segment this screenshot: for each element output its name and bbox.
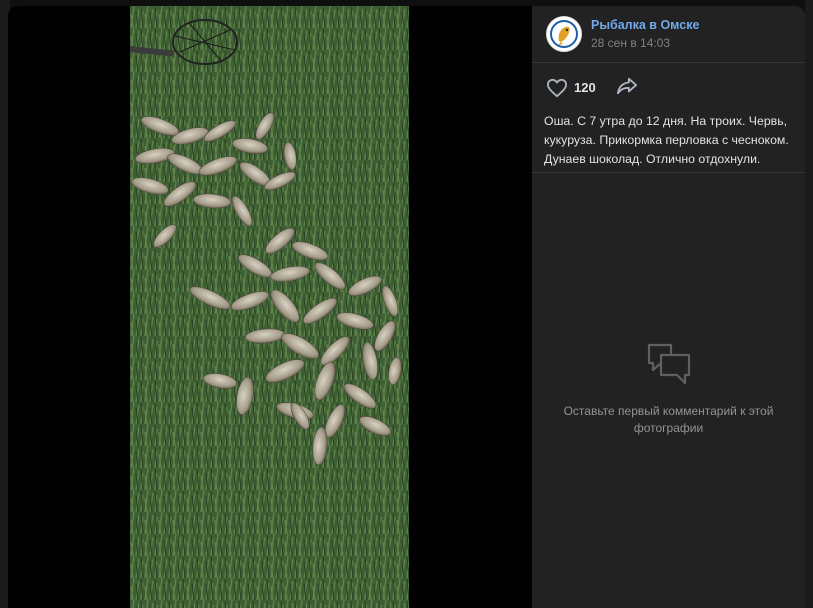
fish-logo-icon <box>548 18 580 50</box>
post-sidebar: Рыбалка в Омске 28 сен в 14:03 120 Оша. … <box>532 6 805 608</box>
fish-catch-image <box>130 6 409 608</box>
heart-icon <box>547 78 567 98</box>
post-photo[interactable] <box>130 6 409 608</box>
comments-empty-text: Оставьте первый комментарий к этой фотог… <box>563 404 774 435</box>
post-description: Оша. С 7 утра до 12 дня. На троих. Червь… <box>544 114 789 166</box>
share-arrow-icon <box>617 77 637 95</box>
post-date[interactable]: 28 сен в 14:03 <box>591 36 670 50</box>
like-button[interactable]: 120 <box>546 76 606 100</box>
divider <box>532 172 805 173</box>
comments-empty-state: Оставьте первый комментарий к этой фотог… <box>532 341 805 437</box>
author-avatar[interactable] <box>546 16 582 52</box>
photo-viewer: Рыбалка в Омске 28 сен в 14:03 120 Оша. … <box>8 6 805 608</box>
author-name[interactable]: Рыбалка в Омске <box>591 18 699 32</box>
like-count: 120 <box>574 80 596 95</box>
page-backdrop-right <box>805 0 813 608</box>
speech-bubble-icon <box>647 343 690 385</box>
share-button[interactable] <box>616 76 640 100</box>
divider <box>532 62 805 63</box>
photo-area[interactable] <box>8 6 532 608</box>
